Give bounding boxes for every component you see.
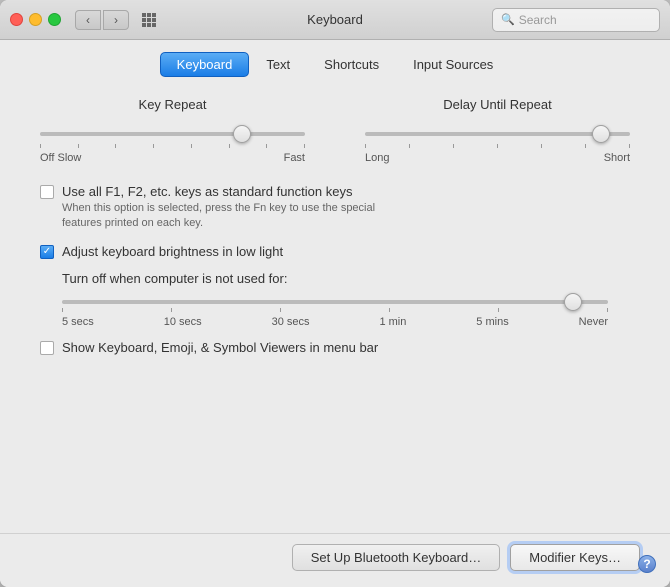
fn-keys-checkbox[interactable]	[40, 185, 54, 199]
turnoff-label-never: Never	[579, 316, 608, 328]
nav-arrows: ‹ ›	[75, 10, 129, 30]
delay-repeat-left-label: Long	[365, 152, 389, 164]
fn-keys-text: Use all F1, F2, etc. keys as standard fu…	[62, 184, 375, 232]
brightness-checkbox[interactable]: ✓	[40, 245, 54, 259]
key-repeat-left-label: Off Slow	[40, 152, 81, 164]
search-placeholder: Search	[519, 13, 557, 27]
turnoff-label: Turn off when computer is not used for:	[62, 271, 287, 286]
key-repeat-labels: Off Slow Fast	[40, 152, 305, 164]
content-area: Key Repeat Off Slow Fast Delay Until Rep…	[0, 87, 670, 533]
brightness-row: ✓ Adjust keyboard brightness in low ligh…	[40, 244, 630, 259]
key-repeat-slider[interactable]	[40, 132, 305, 136]
delay-repeat-right-label: Short	[604, 152, 630, 164]
modifier-keys-button[interactable]: Modifier Keys…	[510, 544, 640, 571]
tab-input-sources[interactable]: Input Sources	[396, 52, 510, 77]
delay-repeat-labels: Long Short	[365, 152, 630, 164]
tab-keyboard[interactable]: Keyboard	[160, 52, 250, 77]
viewer-label: Show Keyboard, Emoji, & Symbol Viewers i…	[62, 340, 378, 355]
maximize-button[interactable]	[48, 13, 61, 26]
turnoff-labels: 5 secs 10 secs 30 secs 1 min 5 mins Neve…	[62, 316, 608, 328]
grid-icon[interactable]	[139, 10, 159, 30]
tab-shortcuts[interactable]: Shortcuts	[307, 52, 396, 77]
turnoff-label-1m: 1 min	[379, 316, 406, 328]
turnoff-label-5m: 5 mins	[476, 316, 508, 328]
window-title: Keyboard	[307, 12, 363, 27]
back-button[interactable]: ‹	[75, 10, 101, 30]
bluetooth-button[interactable]: Set Up Bluetooth Keyboard…	[292, 544, 501, 571]
tabbar: Keyboard Text Shortcuts Input Sources	[0, 40, 670, 87]
viewer-row: Show Keyboard, Emoji, & Symbol Viewers i…	[40, 340, 630, 355]
turnoff-label-30s: 30 secs	[272, 316, 310, 328]
sliders-row: Key Repeat Off Slow Fast Delay Until Rep…	[40, 97, 630, 164]
viewer-checkbox[interactable]	[40, 341, 54, 355]
fn-keys-label: Use all F1, F2, etc. keys as standard fu…	[62, 184, 375, 199]
titlebar: ‹ › Keyboard 🔍 Search	[0, 0, 670, 40]
key-repeat-group: Key Repeat Off Slow Fast	[40, 97, 305, 164]
keyboard-preferences-window: ‹ › Keyboard 🔍 Search Keyboard Text	[0, 0, 670, 587]
forward-button[interactable]: ›	[103, 10, 129, 30]
fn-keys-sublabel: When this option is selected, press the …	[62, 201, 375, 232]
minimize-button[interactable]	[29, 13, 42, 26]
traffic-lights	[10, 13, 61, 26]
delay-repeat-label: Delay Until Repeat	[365, 97, 630, 112]
search-box[interactable]: 🔍 Search	[492, 8, 660, 32]
fn-keys-row: Use all F1, F2, etc. keys as standard fu…	[40, 184, 630, 232]
key-repeat-ticks	[40, 144, 305, 148]
close-button[interactable]	[10, 13, 23, 26]
button-row: Set Up Bluetooth Keyboard… Modifier Keys…	[0, 533, 670, 587]
delay-repeat-slider[interactable]	[365, 132, 630, 136]
search-icon: 🔍	[501, 13, 515, 26]
tab-text[interactable]: Text	[249, 52, 307, 77]
delay-repeat-ticks	[365, 144, 630, 148]
turnoff-label-10s: 10 secs	[164, 316, 202, 328]
brightness-label: Adjust keyboard brightness in low light	[62, 244, 283, 259]
key-repeat-label: Key Repeat	[40, 97, 305, 112]
turnoff-slider[interactable]	[62, 300, 608, 304]
delay-repeat-group: Delay Until Repeat Long Short	[365, 97, 630, 164]
turnoff-label-5s: 5 secs	[62, 316, 94, 328]
help-icon[interactable]: ?	[638, 555, 656, 573]
key-repeat-right-label: Fast	[284, 152, 305, 164]
